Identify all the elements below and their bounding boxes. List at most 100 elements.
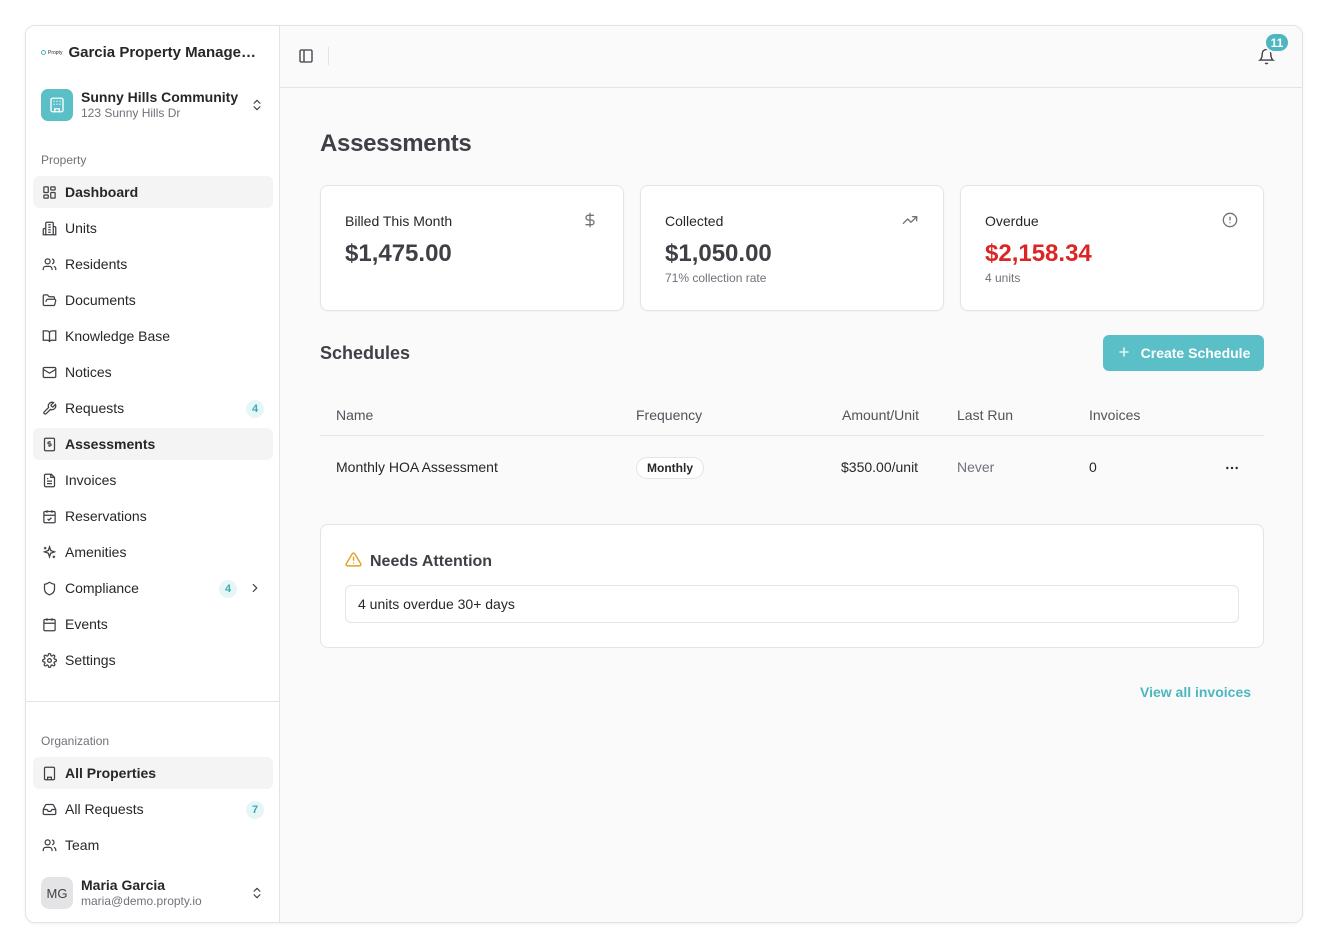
attention-item[interactable]: 4 units overdue 30+ days bbox=[345, 585, 1239, 623]
schedules-title: Schedules bbox=[320, 343, 411, 363]
building-icon bbox=[41, 220, 57, 236]
user-name: Maria Garcia bbox=[81, 877, 166, 893]
table-header: Name Frequency Amount/Unit Last Run Invo… bbox=[320, 393, 1264, 436]
property-address: 123 Sunny Hills Dr bbox=[81, 106, 181, 120]
sidebar-item-label: All Requests bbox=[65, 801, 144, 817]
sidebar: Propty Garcia Property Managem... Sunny … bbox=[26, 26, 280, 922]
shield-icon bbox=[41, 580, 57, 596]
file-icon bbox=[41, 472, 57, 488]
requests-count-badge: 4 bbox=[246, 400, 264, 418]
sidebar-item-label: Knowledge Base bbox=[65, 328, 171, 344]
sidebar-toggle-icon[interactable] bbox=[298, 48, 314, 64]
sidebar-item-documents[interactable]: Documents bbox=[33, 284, 273, 316]
book-icon bbox=[41, 328, 57, 344]
needs-attention-panel: Needs Attention 4 units overdue 30+ days bbox=[320, 524, 1264, 648]
section-label-property: Property bbox=[41, 153, 87, 167]
sidebar-item-team[interactable]: Team bbox=[33, 829, 273, 861]
stat-label: Overdue bbox=[985, 213, 1039, 229]
column-header-invoices[interactable]: Invoices bbox=[1089, 407, 1140, 423]
property-building-icon bbox=[41, 89, 73, 121]
stat-label: Collected bbox=[665, 213, 724, 229]
sidebar-item-requests[interactable]: Requests 4 bbox=[33, 392, 273, 424]
calendar-icon bbox=[41, 616, 57, 632]
sidebar-item-label: Invoices bbox=[65, 472, 117, 488]
sidebar-item-label: Assessments bbox=[65, 436, 156, 452]
column-header-amount[interactable]: Amount/Unit bbox=[842, 407, 919, 423]
logo-mark-icon bbox=[41, 50, 46, 55]
sidebar-item-events[interactable]: Events bbox=[33, 608, 273, 640]
sidebar-item-reservations[interactable]: Reservations bbox=[33, 500, 273, 532]
chevrons-up-down-icon bbox=[249, 97, 265, 113]
dollar-doc-icon bbox=[41, 436, 57, 452]
sidebar-item-settings[interactable]: Settings bbox=[33, 644, 273, 676]
users-icon bbox=[41, 837, 57, 853]
stat-card-collected: Collected $1,050.00 71% collection rate bbox=[640, 185, 944, 311]
sidebar-item-label: All Properties bbox=[65, 765, 157, 781]
brand-logo: Propty bbox=[41, 50, 62, 56]
stat-value: $1,050.00 bbox=[665, 240, 772, 267]
sidebar-item-knowledge-base[interactable]: Knowledge Base bbox=[33, 320, 273, 352]
stat-card-billed: Billed This Month $1,475.00 bbox=[320, 185, 624, 311]
alert-circle-icon bbox=[1222, 212, 1238, 228]
create-schedule-label: Create Schedule bbox=[1140, 345, 1251, 361]
notification-count-badge: 11 bbox=[1264, 32, 1290, 53]
sidebar-item-dashboard[interactable]: Dashboard bbox=[33, 176, 273, 208]
sidebar-item-label: Reservations bbox=[65, 508, 147, 524]
brand[interactable]: Propty Garcia Property Managem... bbox=[41, 44, 260, 61]
sidebar-item-invoices[interactable]: Invoices bbox=[33, 464, 273, 496]
frequency-badge: Monthly bbox=[636, 457, 704, 479]
sidebar-divider bbox=[26, 701, 280, 702]
sidebar-item-label: Compliance bbox=[65, 580, 139, 596]
sidebar-item-label: Dashboard bbox=[65, 184, 139, 200]
sidebar-item-units[interactable]: Units bbox=[33, 212, 273, 244]
office-icon bbox=[41, 765, 57, 781]
table-row[interactable]: Monthly HOA Assessment Monthly $350.00/u… bbox=[320, 436, 1264, 500]
sidebar-item-compliance[interactable]: Compliance 4 bbox=[33, 572, 273, 604]
sidebar-item-label: Events bbox=[65, 616, 108, 632]
stat-cards: Billed This Month $1,475.00 Collected $1… bbox=[320, 185, 1264, 311]
sidebar-item-label: Residents bbox=[65, 256, 128, 272]
needs-attention-title: Needs Attention bbox=[370, 553, 493, 570]
sparkles-icon bbox=[41, 544, 57, 560]
sidebar-item-label: Documents bbox=[65, 292, 136, 308]
sidebar-item-residents[interactable]: Residents bbox=[33, 248, 273, 280]
sidebar-item-notices[interactable]: Notices bbox=[33, 356, 273, 388]
stat-value: $1,475.00 bbox=[345, 240, 452, 267]
org-name: Garcia Property Managem... bbox=[68, 44, 261, 61]
page-title: Assessments bbox=[320, 130, 472, 157]
schedule-invoices: 0 bbox=[1089, 459, 1097, 475]
sidebar-item-assessments[interactable]: Assessments bbox=[33, 428, 273, 460]
more-horizontal-icon[interactable] bbox=[1222, 460, 1242, 476]
calendar-check-icon bbox=[41, 508, 57, 524]
user-email: maria@demo.propty.io bbox=[81, 894, 202, 908]
organization-nav: All Properties All Requests 7 Team bbox=[33, 757, 273, 865]
stat-subtext: 4 units bbox=[985, 271, 1021, 285]
app-window: Propty Garcia Property Managem... Sunny … bbox=[25, 25, 1303, 923]
create-schedule-button[interactable]: Create Schedule bbox=[1103, 335, 1264, 371]
sidebar-item-all-properties[interactable]: All Properties bbox=[33, 757, 273, 789]
dollar-icon bbox=[582, 212, 598, 228]
column-header-last-run[interactable]: Last Run bbox=[957, 407, 1013, 423]
schedule-amount: $350.00/unit bbox=[841, 459, 919, 475]
column-header-frequency[interactable]: Frequency bbox=[636, 407, 702, 423]
column-header-name[interactable]: Name bbox=[336, 407, 373, 423]
chevrons-up-down-icon bbox=[249, 885, 265, 901]
sidebar-item-all-requests[interactable]: All Requests 7 bbox=[33, 793, 273, 825]
sidebar-item-amenities[interactable]: Amenities bbox=[33, 536, 273, 568]
property-switcher[interactable]: Sunny Hills Community 123 Sunny Hills Dr bbox=[41, 88, 265, 122]
warning-triangle-icon bbox=[345, 551, 362, 573]
stat-card-overdue: Overdue $2,158.34 4 units bbox=[960, 185, 1264, 311]
user-menu[interactable]: MG Maria Garcia maria@demo.propty.io bbox=[41, 876, 265, 910]
sidebar-item-label: Settings bbox=[65, 652, 116, 668]
property-nav: Dashboard Units Residents Documents Know… bbox=[33, 176, 273, 680]
avatar: MG bbox=[41, 877, 73, 909]
sidebar-item-label: Team bbox=[65, 837, 100, 853]
chevron-right-icon[interactable] bbox=[247, 580, 263, 596]
stat-label: Billed This Month bbox=[345, 213, 453, 229]
sidebar-item-label: Amenities bbox=[65, 544, 127, 560]
stat-value: $2,158.34 bbox=[985, 240, 1092, 267]
topbar-separator bbox=[328, 47, 329, 65]
section-label-organization: Organization bbox=[41, 734, 110, 748]
sidebar-item-label: Notices bbox=[65, 364, 112, 380]
view-all-invoices-link[interactable]: View all invoices bbox=[1140, 684, 1251, 700]
